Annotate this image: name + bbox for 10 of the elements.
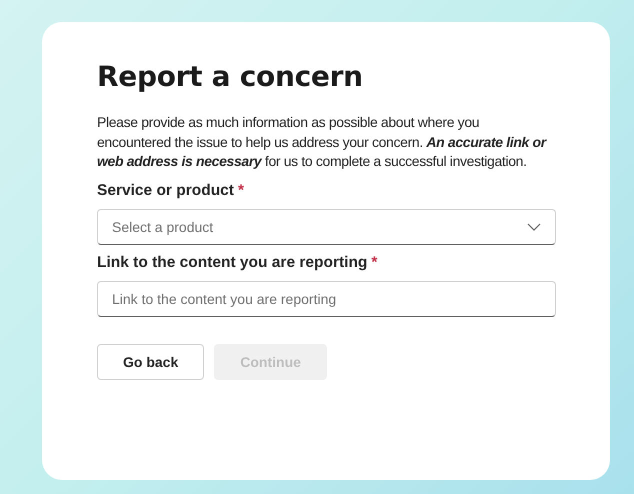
dialog-title: Report a concern <box>97 60 364 93</box>
field-label: Service or product <box>97 182 234 200</box>
field-label: Link to the content you are reporting <box>97 254 368 272</box>
back-button[interactable]: Go back <box>97 344 204 380</box>
description: Please provide as much information as possible about where you encountered the issue to help us address your concern. An accurate link or web address is necessary for us to complete a successful investigation. <box>97 113 548 171</box>
link-input-field[interactable]: Link to the content you are reporting <box>97 280 556 316</box>
product-dropdown[interactable]: Select a product <box>97 208 556 244</box>
required-mark: * <box>371 254 378 272</box>
chevron-down-icon <box>527 222 541 230</box>
required-mark: * <box>238 182 244 200</box>
